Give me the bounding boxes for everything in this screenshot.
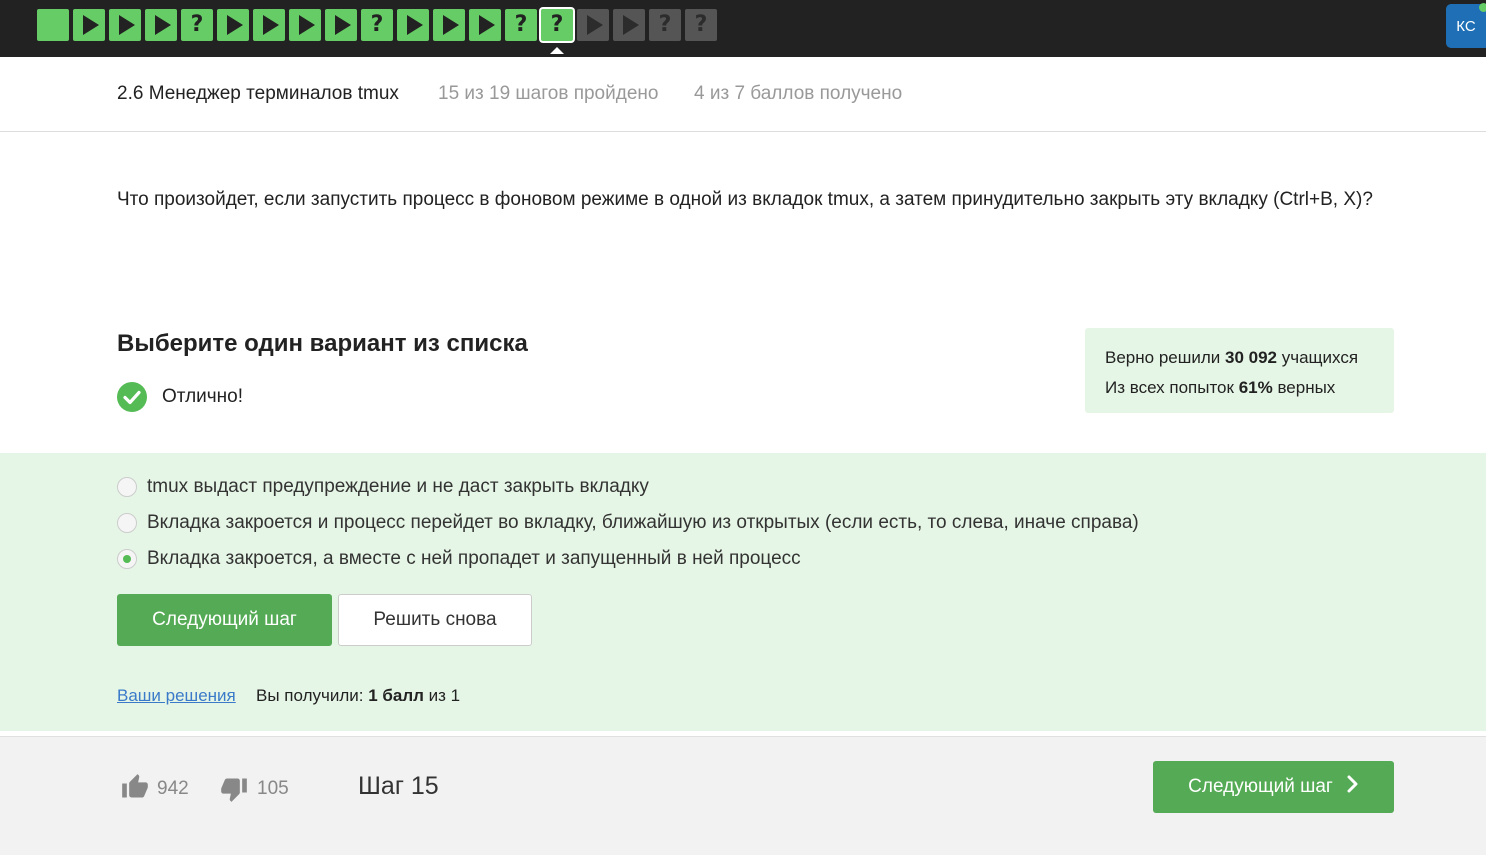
play-icon xyxy=(586,15,603,35)
step-11-play[interactable] xyxy=(397,9,429,41)
your-solutions-link[interactable]: Ваши решения xyxy=(117,686,236,706)
next-step-button[interactable]: Следующий шаг xyxy=(117,594,332,646)
answer-option-label: tmux выдаст предупреждение и не даст зак… xyxy=(147,476,649,497)
quiz-title: Выберите один вариант из списка xyxy=(117,330,528,357)
step-19-quiz[interactable]: ? xyxy=(685,9,717,41)
step-8-play[interactable] xyxy=(289,9,321,41)
play-icon xyxy=(154,15,171,35)
answer-option[interactable]: Вкладка закроется и процесс перейдет во … xyxy=(117,509,1139,537)
solve-again-button[interactable]: Решить снова xyxy=(338,594,532,646)
play-icon xyxy=(226,15,243,35)
lesson-steps-progress: 15 из 19 шагов пройдено xyxy=(438,83,659,104)
online-status-dot xyxy=(1479,3,1486,12)
points-value: 1 балл xyxy=(368,686,424,705)
question-mark-icon: ? xyxy=(658,12,672,37)
step-14-quiz[interactable]: ? xyxy=(505,9,537,41)
play-icon xyxy=(298,15,315,35)
feedback-message: Отлично! xyxy=(162,386,244,407)
step-7-play[interactable] xyxy=(253,9,285,41)
lesson-score: 4 из 7 баллов получено xyxy=(694,83,903,104)
question-mark-icon: ? xyxy=(550,12,564,37)
question-text: Что произойдет, если запустить процесс в… xyxy=(117,189,1373,210)
correct-percent: 61% xyxy=(1238,378,1273,397)
question-mark-icon: ? xyxy=(190,12,204,37)
step-6-play[interactable] xyxy=(217,9,249,41)
play-icon xyxy=(478,15,495,35)
step-16-play[interactable] xyxy=(577,9,609,41)
lesson-header: 2.6 Менеджер терминалов tmux 15 из 19 ша… xyxy=(0,57,1486,132)
answer-option-label: Вкладка закроется и процесс перейдет во … xyxy=(147,512,1139,533)
step-4-play[interactable] xyxy=(145,9,177,41)
check-circle-icon xyxy=(117,382,147,412)
step-17-play[interactable] xyxy=(613,9,645,41)
step-18-quiz[interactable]: ? xyxy=(649,9,681,41)
play-icon xyxy=(622,15,639,35)
chevron-right-icon xyxy=(1347,775,1359,799)
answer-option[interactable]: tmux выдаст предупреждение и не даст зак… xyxy=(117,473,649,501)
step-5-quiz[interactable]: ? xyxy=(181,9,213,41)
step-10-quiz[interactable]: ? xyxy=(361,9,393,41)
question-mark-icon: ? xyxy=(514,12,528,37)
stats-solved-line: Верно решили 30 092 учащихся xyxy=(1105,348,1359,367)
dislikes-count: 105 xyxy=(257,778,289,799)
play-icon xyxy=(334,15,351,35)
question-mark-icon: ? xyxy=(370,12,384,37)
lesson-title[interactable]: 2.6 Менеджер терминалов tmux xyxy=(117,83,399,105)
play-icon xyxy=(118,15,135,35)
step-12-play[interactable] xyxy=(433,9,465,41)
step-2-play[interactable] xyxy=(73,9,105,41)
radio-button[interactable] xyxy=(117,477,137,497)
footer-next-step-label: Следующий шаг xyxy=(1188,776,1333,797)
play-icon xyxy=(262,15,279,35)
solve-stats-box: Верно решили 30 092 учащихся Из всех поп… xyxy=(1085,328,1394,413)
step-3-play[interactable] xyxy=(109,9,141,41)
step-9-play[interactable] xyxy=(325,9,357,41)
step-13-play[interactable] xyxy=(469,9,501,41)
thumbs-down-icon[interactable] xyxy=(220,775,248,808)
step-15-quiz[interactable]: ? xyxy=(541,9,573,54)
step-progress-bar: ?????? xyxy=(37,9,717,54)
avatar-initials: КС xyxy=(1456,17,1476,35)
answer-option[interactable]: Вкладка закроется, а вместе с ней пропад… xyxy=(117,545,801,573)
radio-button[interactable] xyxy=(117,513,137,533)
likes-count: 942 xyxy=(157,778,189,799)
question-mark-icon: ? xyxy=(694,12,708,37)
thumbs-up-icon[interactable] xyxy=(121,773,149,806)
play-icon xyxy=(82,15,99,35)
top-navigation-bar: ?????? КС xyxy=(0,0,1486,57)
stats-attempts-line: Из всех попыток 61% верных xyxy=(1105,378,1336,397)
footer-next-step-button[interactable]: Следующий шаг xyxy=(1153,761,1394,813)
radio-button-selected[interactable] xyxy=(117,549,137,569)
play-icon xyxy=(406,15,423,35)
play-icon xyxy=(442,15,459,35)
points-received: Вы получили: 1 балл из 1 xyxy=(256,686,461,705)
step-1-blank[interactable] xyxy=(37,9,69,41)
answer-option-label: Вкладка закроется, а вместе с ней пропад… xyxy=(147,548,801,569)
step-number-label: Шаг 15 xyxy=(358,772,439,800)
solved-count: 30 092 xyxy=(1225,348,1277,367)
